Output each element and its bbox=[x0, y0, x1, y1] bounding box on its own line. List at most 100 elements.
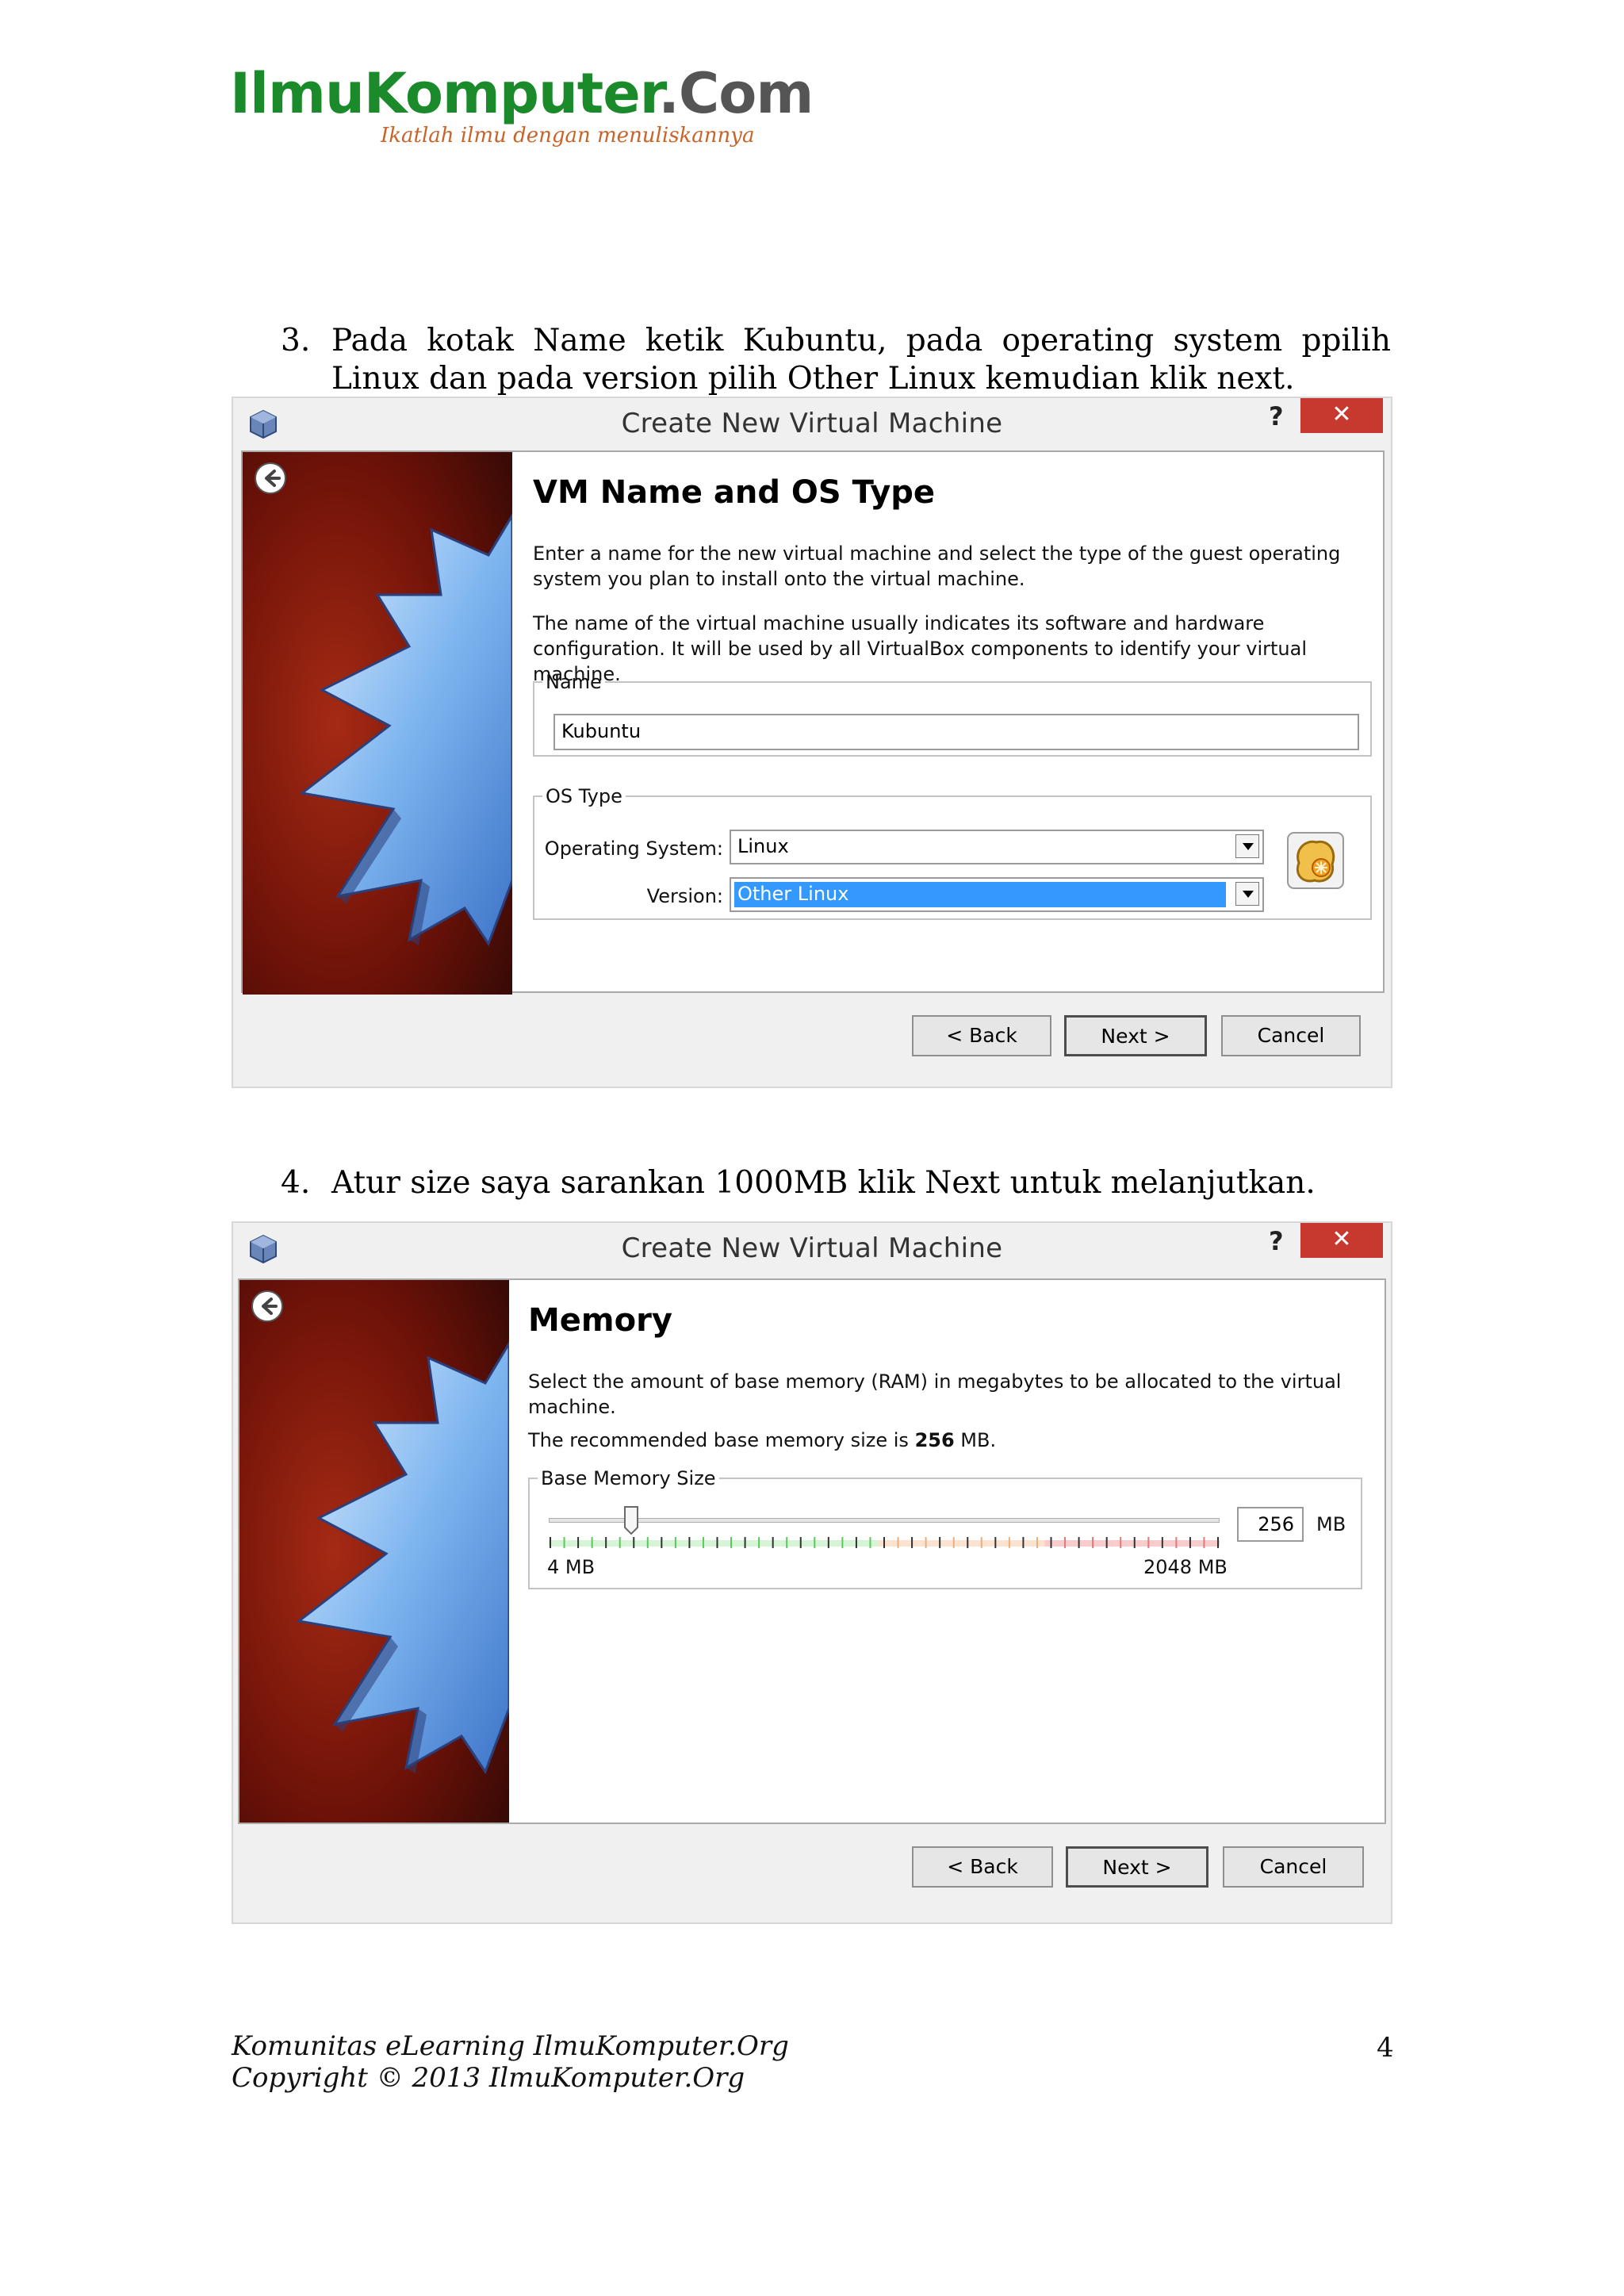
step-text: Atur size saya sarankan 1000MB klik Next… bbox=[331, 1165, 1316, 1201]
dialog-titlebar: Create New Virtual Machine ? ✕ bbox=[233, 398, 1391, 450]
back-button[interactable]: < Back bbox=[912, 1846, 1053, 1888]
slider-tick bbox=[1120, 1537, 1122, 1548]
slider-tick bbox=[925, 1537, 927, 1548]
logo-text: IlmuKomputer bbox=[230, 61, 659, 126]
slider-min-label: 4 MB bbox=[547, 1556, 596, 1578]
os-select-value: Linux bbox=[737, 835, 789, 857]
back-arrow-icon[interactable] bbox=[251, 1290, 284, 1323]
wizard-panel: Memory Select the amount of base memory … bbox=[528, 1280, 1369, 1823]
slider-tick bbox=[1064, 1537, 1067, 1548]
slider-tick bbox=[1105, 1537, 1108, 1548]
slider-tick bbox=[897, 1537, 899, 1548]
memory-slider-thumb[interactable] bbox=[623, 1505, 639, 1535]
description-1: Select the amount of base memory (RAM) i… bbox=[528, 1370, 1342, 1418]
logo-tagline: Ikatlah ilmu dengan menuliskannya bbox=[381, 124, 755, 148]
slider-tick bbox=[1147, 1537, 1150, 1548]
os-label: Operating System: bbox=[544, 838, 723, 860]
slider-tick bbox=[550, 1537, 551, 1548]
slider-tick bbox=[605, 1537, 607, 1548]
logo-wordmark: IlmuKomputer.Com bbox=[230, 61, 814, 126]
slider-tick bbox=[883, 1537, 885, 1548]
slider-tick bbox=[1022, 1537, 1025, 1548]
slider-tick bbox=[577, 1537, 580, 1548]
help-button[interactable]: ? bbox=[1269, 1226, 1284, 1256]
vm-name-input[interactable]: Kubuntu bbox=[553, 714, 1359, 750]
slider-tick bbox=[1008, 1537, 1010, 1548]
slider-tick bbox=[841, 1537, 844, 1548]
page-number: 4 bbox=[1377, 2032, 1394, 2064]
step-number: 3. bbox=[281, 323, 311, 358]
close-button[interactable]: ✕ bbox=[1300, 1223, 1383, 1258]
slider-tick bbox=[772, 1537, 774, 1548]
memory-dialog: Create New Virtual Machine ? ✕ Memory Se… bbox=[232, 1221, 1392, 1924]
slider-tick bbox=[1189, 1537, 1191, 1548]
next-button[interactable]: Next > bbox=[1064, 1015, 1207, 1056]
chevron-down-icon[interactable] bbox=[1235, 882, 1259, 906]
chevron-down-icon[interactable] bbox=[1235, 834, 1259, 858]
wizard-panel: VM Name and OS Type Enter a name for the… bbox=[533, 452, 1372, 991]
memory-group-label: Base Memory Size bbox=[541, 1467, 716, 1489]
slider-tick bbox=[952, 1537, 955, 1548]
slider-tick bbox=[1203, 1537, 1205, 1548]
os-type-group-label: OS Type bbox=[546, 785, 622, 807]
slider-tick bbox=[1175, 1537, 1178, 1548]
slider-tick bbox=[911, 1537, 914, 1548]
name-group-label: Name bbox=[546, 671, 602, 693]
os-type-icon bbox=[1287, 832, 1344, 889]
slider-tick bbox=[967, 1537, 969, 1548]
page-heading: Memory bbox=[528, 1302, 672, 1339]
help-button[interactable]: ? bbox=[1269, 401, 1284, 431]
recommend-prefix: The recommended base memory size is bbox=[528, 1429, 915, 1451]
page-heading: VM Name and OS Type bbox=[533, 474, 936, 511]
cancel-button[interactable]: Cancel bbox=[1221, 1015, 1361, 1056]
recommend-suffix: MB. bbox=[954, 1429, 997, 1451]
footer: Komunitas eLearning IlmuKomputer.Org Cop… bbox=[232, 2030, 789, 2094]
memory-size-input[interactable]: 256 bbox=[1237, 1507, 1304, 1542]
wizard-side-art bbox=[239, 1280, 509, 1823]
slider-tick bbox=[827, 1537, 829, 1548]
slider-tick bbox=[786, 1537, 788, 1548]
dialog-titlebar: Create New Virtual Machine ? ✕ bbox=[233, 1223, 1391, 1275]
slider-tick bbox=[869, 1537, 871, 1548]
wizard-page: VM Name and OS Type Enter a name for the… bbox=[241, 450, 1385, 995]
slider-max-label: 2048 MB bbox=[1143, 1556, 1228, 1578]
back-arrow-icon[interactable] bbox=[254, 462, 287, 495]
slider-tick bbox=[674, 1537, 676, 1548]
slider-tick bbox=[1050, 1537, 1052, 1548]
close-button[interactable]: ✕ bbox=[1300, 398, 1383, 433]
step-text: Pada kotak Name ketik Kubuntu, pada oper… bbox=[331, 323, 1391, 397]
wizard-side-art bbox=[243, 452, 512, 995]
slider-tick bbox=[980, 1537, 982, 1548]
logo-suffix: .Com bbox=[658, 61, 814, 126]
cancel-button[interactable]: Cancel bbox=[1223, 1846, 1364, 1888]
vm-name-dialog: Create New Virtual Machine ? ✕ VM Name a… bbox=[232, 397, 1392, 1088]
step-number: 4. bbox=[281, 1165, 311, 1201]
slider-tick bbox=[661, 1537, 663, 1548]
next-button[interactable]: Next > bbox=[1066, 1846, 1208, 1888]
slider-tick bbox=[1036, 1537, 1038, 1548]
site-logo: IlmuKomputer.Com Ikatlah ilmu dengan men… bbox=[230, 61, 814, 165]
version-label: Version: bbox=[646, 885, 723, 907]
slider-tick bbox=[1078, 1537, 1080, 1548]
slider-tick bbox=[1161, 1537, 1163, 1548]
footer-line-2: Copyright © 2013 IlmuKomputer.Org bbox=[232, 2062, 745, 2094]
slider-tick bbox=[563, 1537, 565, 1548]
slider-tick bbox=[1092, 1537, 1094, 1548]
slider-tick bbox=[619, 1537, 621, 1548]
back-button[interactable]: < Back bbox=[912, 1015, 1051, 1056]
slider-tick bbox=[702, 1537, 704, 1548]
slider-tick bbox=[939, 1537, 941, 1548]
slider-tick bbox=[758, 1537, 760, 1548]
memory-slider-track[interactable] bbox=[549, 1518, 1220, 1523]
description-2: The recommended base memory size is 256 … bbox=[528, 1428, 1361, 1453]
dialog-title: Create New Virtual Machine bbox=[621, 1232, 1003, 1264]
slider-tick bbox=[744, 1537, 746, 1548]
version-select-value: Other Linux bbox=[734, 882, 1226, 907]
slider-tick bbox=[730, 1537, 733, 1548]
description-1: Enter a name for the new virtual machine… bbox=[533, 542, 1341, 590]
slider-tick bbox=[688, 1537, 691, 1548]
slider-tick bbox=[591, 1537, 593, 1548]
slider-tick bbox=[855, 1537, 857, 1548]
version-select[interactable]: Other Linux bbox=[730, 877, 1264, 912]
os-select[interactable]: Linux bbox=[730, 830, 1264, 864]
